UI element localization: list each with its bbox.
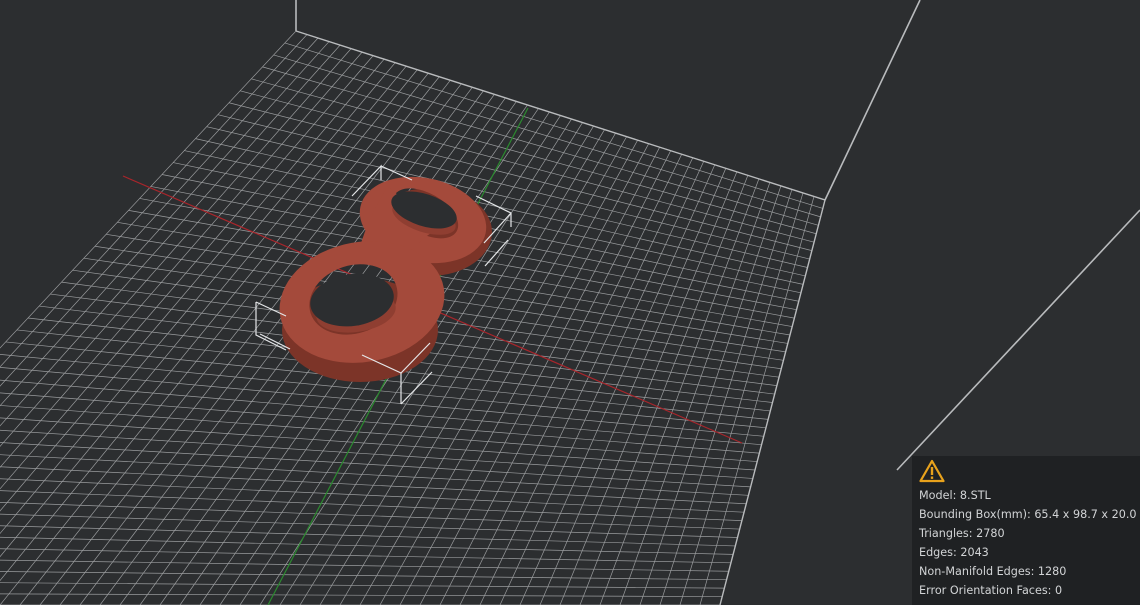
error-orientation-faces-label: Error Orientation Faces: [919, 584, 1052, 597]
model-info-panel: Model: 8.STL Bounding Box(mm): 65.4 x 98… [912, 456, 1140, 605]
grid-line [559, 171, 738, 605]
grid-line [0, 392, 760, 454]
triangles-label: Triangles: [919, 527, 973, 540]
grid-line [679, 192, 804, 605]
grid-line [639, 185, 782, 605]
grid-line [619, 182, 771, 605]
grid-line [0, 405, 758, 462]
triangles-value: 2780 [976, 527, 1005, 540]
non-manifold-edges-row: Non-Manifold Edges: 1280 [919, 562, 1140, 581]
grid-line [579, 175, 749, 605]
non-manifold-edges-label: Non-Manifold Edges: [919, 565, 1035, 578]
grid-line [0, 582, 725, 589]
model-8-stl[interactable] [270, 166, 494, 382]
grid-line [519, 164, 716, 605]
grid-line [479, 157, 694, 605]
triangles-row: Triangles: 2780 [919, 524, 1140, 543]
model-name-value: 8.STL [959, 489, 991, 502]
edges-label: Edges: [919, 546, 957, 559]
wall-edge-front-right [896, 209, 1140, 471]
grid-line [459, 154, 683, 605]
grid-line [0, 466, 747, 505]
bounding-box-value: 65.4 x 98.7 x 20.0 [1034, 508, 1137, 521]
wall-edge-back-right [824, 0, 921, 201]
grid-line [0, 379, 762, 446]
edges-row: Edges: 2043 [919, 543, 1140, 562]
edges-value: 2043 [960, 546, 989, 559]
grid-line [0, 502, 740, 530]
bounding-box-label: Bounding Box(mm): [919, 508, 1031, 521]
non-manifold-edges-value: 1280 [1037, 565, 1067, 578]
grid-line [0, 490, 742, 521]
warning-triangle-icon[interactable] [919, 459, 945, 483]
bounding-box-row: Bounding Box(mm): 65.4 x 98.7 x 20.0 [919, 505, 1140, 524]
error-orientation-faces-row: Error Orientation Faces: 0 [919, 581, 1140, 600]
grid-line [0, 559, 729, 572]
model-name-row: Model: 8.STL [919, 486, 1140, 505]
3d-viewport[interactable]: Model: 8.STL Bounding Box(mm): 65.4 x 98… [0, 0, 1140, 605]
grid-line [659, 189, 793, 605]
grid-line [0, 571, 727, 581]
model-name-label: Model: [919, 489, 957, 502]
error-orientation-faces-value: 0 [1055, 584, 1063, 597]
